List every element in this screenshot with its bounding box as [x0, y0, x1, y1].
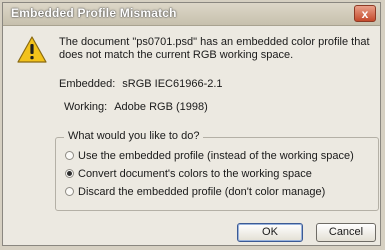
close-button[interactable]: x: [354, 5, 376, 22]
options-legend: What would you like to do?: [64, 130, 204, 142]
working-value: Adobe RGB (1998): [114, 101, 208, 113]
option-convert[interactable]: Convert document's colors to the working…: [65, 168, 312, 180]
embedded-value: sRGB IEC61966-2.1: [122, 78, 223, 90]
embedded-label: Embedded:: [59, 78, 116, 90]
options-group: What would you like to do? Use the embed…: [55, 130, 379, 211]
title-bar[interactable]: Embedded Profile Mismatch x: [3, 3, 380, 26]
option-discard-label: Discard the embedded profile (don't colo…: [78, 186, 326, 198]
option-discard[interactable]: Discard the embedded profile (don't colo…: [65, 186, 325, 198]
working-label: Working:: [64, 101, 108, 113]
radio-use-embedded[interactable]: [65, 151, 74, 160]
option-use-embedded[interactable]: Use the embedded profile (instead of the…: [65, 150, 354, 162]
dialog-title: Embedded Profile Mismatch: [11, 6, 177, 20]
option-use-embedded-label: Use the embedded profile (instead of the…: [78, 150, 354, 162]
working-profile-row: Working: Adobe RGB (1998): [64, 101, 208, 113]
cancel-button[interactable]: Cancel: [316, 223, 376, 242]
warning-icon: [17, 36, 47, 63]
close-icon: x: [361, 7, 369, 21]
embedded-profile-row: Embedded: sRGB IEC61966-2.1: [59, 78, 223, 90]
radio-discard[interactable]: [65, 187, 74, 196]
option-convert-label: Convert document's colors to the working…: [78, 168, 312, 180]
radio-convert[interactable]: [65, 169, 74, 178]
ok-button[interactable]: OK: [237, 223, 303, 242]
mismatch-message: The document "ps0701.psd" has an embedde…: [59, 36, 370, 61]
embedded-profile-mismatch-dialog: Embedded Profile Mismatch x The document…: [2, 2, 381, 246]
